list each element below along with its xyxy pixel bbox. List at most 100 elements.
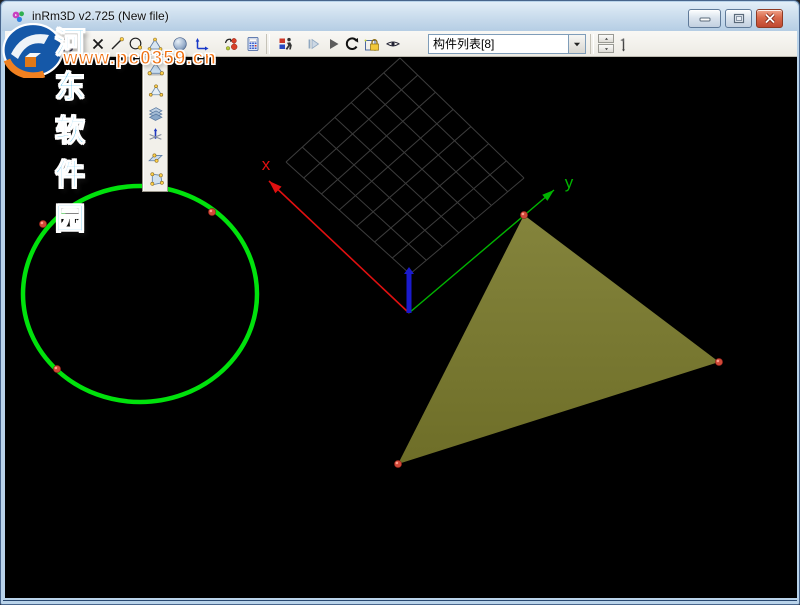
window-title: inRm3D v2.725 (New file) <box>32 2 169 31</box>
grid-line <box>351 103 475 220</box>
up-arrow-icon <box>603 36 610 42</box>
control-point[interactable] <box>53 365 60 372</box>
x-axis <box>269 181 409 313</box>
toolbar-separator <box>266 34 270 54</box>
component-spinner <box>598 34 614 53</box>
grid-line <box>286 162 410 274</box>
circle-tool-icon <box>128 36 144 52</box>
surface-tool-icon <box>147 60 164 77</box>
control-point-highlight <box>396 462 399 465</box>
delete-icon <box>90 36 106 52</box>
grid-line <box>304 75 418 178</box>
polygon-points-tool-button[interactable] <box>145 168 165 188</box>
new-file-dropdown-icon <box>31 39 41 49</box>
lock-icon <box>364 36 380 52</box>
titlebar[interactable]: inRm3D v2.725 (New file) <box>2 2 798 31</box>
control-point-highlight <box>522 213 525 216</box>
minimize-icon <box>699 14 711 23</box>
triangle-points-tool-button[interactable] <box>145 80 165 100</box>
grid-line <box>335 117 459 232</box>
line-tool-icon <box>109 36 125 52</box>
pin-button[interactable] <box>614 33 633 55</box>
down-arrow-icon <box>603 46 610 52</box>
triangle-tool-icon <box>147 36 163 52</box>
control-point[interactable] <box>208 208 215 215</box>
control-point[interactable] <box>520 211 527 218</box>
polygon-points-tool-icon <box>147 170 164 187</box>
layers-tool-button[interactable] <box>145 102 165 122</box>
control-point-highlight <box>210 210 213 213</box>
axis-tool-button[interactable] <box>190 33 213 55</box>
triangle-tool-button[interactable] <box>145 33 164 55</box>
control-point[interactable] <box>394 460 401 467</box>
control-point[interactable] <box>39 220 46 227</box>
eye-button[interactable] <box>382 33 403 55</box>
axis-3d-tool-button[interactable] <box>145 124 165 144</box>
maximize-button[interactable] <box>725 9 752 28</box>
transform-tool-icon <box>223 36 239 52</box>
circle-tool-button[interactable] <box>126 33 145 55</box>
point-plane-tool-icon <box>147 148 164 165</box>
calculator-icon <box>245 36 261 52</box>
grid-line <box>367 88 491 206</box>
grid-line <box>357 127 471 226</box>
control-point-highlight <box>717 360 720 363</box>
close-button[interactable] <box>756 9 783 28</box>
layers-tool-icon <box>147 104 164 121</box>
sphere-tool-icon <box>172 36 188 52</box>
main-toolbar: 构件列表[8] <box>5 31 797 57</box>
lock-button[interactable] <box>361 33 382 55</box>
delete-button[interactable] <box>88 33 107 55</box>
grid-line <box>375 144 489 242</box>
toolbar-separator <box>80 34 84 54</box>
new-file-icon <box>15 36 31 52</box>
toolbar-separator <box>590 34 594 54</box>
step-forward-button[interactable] <box>302 33 323 55</box>
point-plane-tool-button[interactable] <box>145 146 165 166</box>
grid-line <box>302 147 426 260</box>
minimize-button[interactable] <box>688 9 721 28</box>
refresh-button[interactable] <box>342 33 361 55</box>
grid-line <box>384 73 508 192</box>
y-axis-label: y <box>565 173 574 192</box>
close-icon <box>764 13 776 24</box>
grid-line <box>392 161 506 258</box>
geometry-palette <box>142 54 168 192</box>
x-axis-label: x <box>262 155 271 174</box>
line-tool-button[interactable] <box>107 33 126 55</box>
render-painter-icon <box>278 36 294 52</box>
play-button[interactable] <box>323 33 342 55</box>
transform-tool-button[interactable] <box>219 33 243 55</box>
grid-line <box>321 92 435 194</box>
dropdown-arrow-icon <box>570 37 584 51</box>
pin-icon <box>616 36 632 52</box>
cut-icon <box>59 36 75 52</box>
viewport-3d[interactable]: xy <box>5 57 797 598</box>
new-file-button[interactable] <box>11 33 45 55</box>
eye-icon <box>385 36 401 52</box>
calculator-button[interactable] <box>243 33 262 55</box>
app-window: inRm3D v2.725 (New file) 构件列表[8] xy 河东软件… <box>0 0 800 605</box>
render-painter-button[interactable] <box>274 33 298 55</box>
component-list-combobox[interactable]: 构件列表[8] <box>428 34 586 54</box>
control-point[interactable] <box>715 358 722 365</box>
cut-button[interactable] <box>57 33 76 55</box>
triangle-shape[interactable] <box>398 215 719 464</box>
component-list-value: 构件列表[8] <box>429 35 568 52</box>
control-point-highlight <box>41 222 44 225</box>
maximize-icon <box>733 13 745 24</box>
grid-line <box>286 58 400 162</box>
refresh-icon <box>344 36 360 52</box>
component-list-dropdown-button[interactable] <box>568 35 585 53</box>
triangle-points-tool-icon <box>147 82 164 99</box>
control-point-highlight <box>55 367 58 370</box>
axis-tool-icon <box>194 36 210 52</box>
surface-tool-button[interactable] <box>145 58 165 78</box>
window-border-line <box>3 600 797 601</box>
step-forward-icon <box>305 36 321 52</box>
grid-line <box>339 109 453 210</box>
component-spinner-down-button[interactable] <box>598 44 614 53</box>
sphere-tool-button[interactable] <box>169 33 190 55</box>
component-spinner-up-button[interactable] <box>598 34 614 43</box>
app-logo-icon <box>11 9 27 25</box>
